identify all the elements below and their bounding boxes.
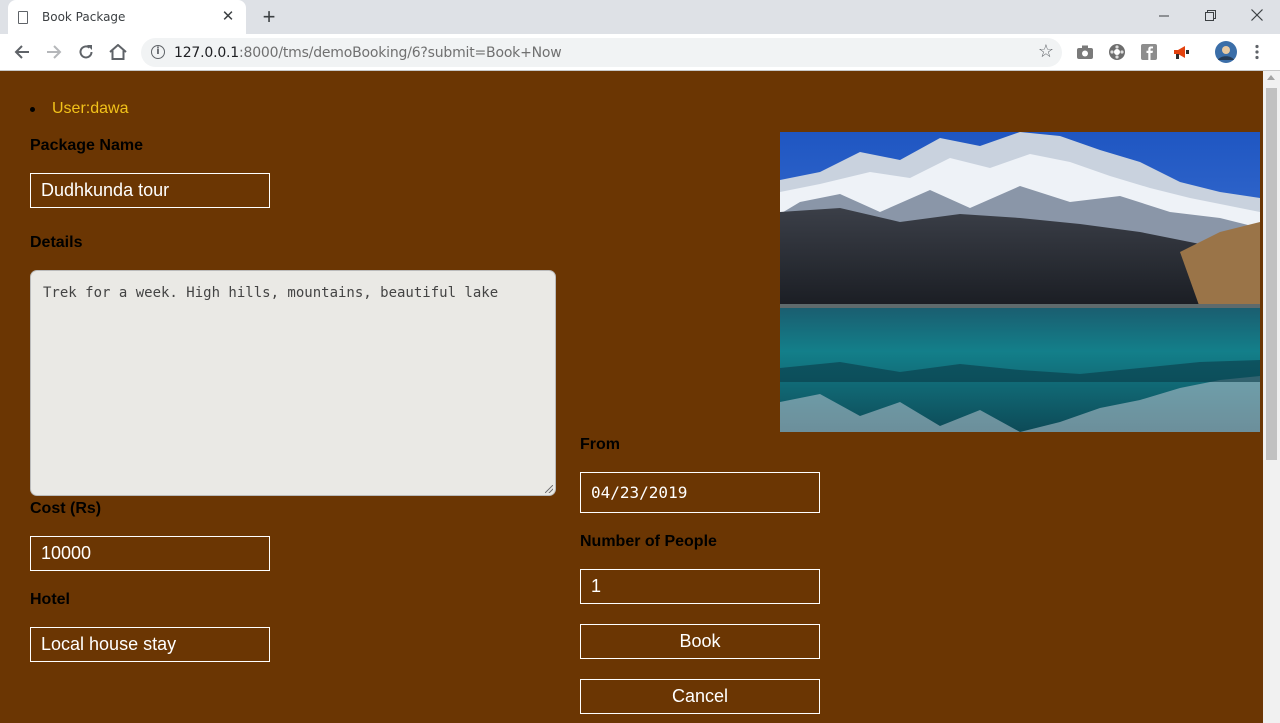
package-name-input[interactable]: Dudhkunda tour [30,173,270,208]
camera-icon[interactable] [1076,43,1094,61]
package-name-label: Package Name [30,137,143,154]
home-button[interactable] [106,40,130,64]
menu-dots-icon[interactable] [1254,44,1260,60]
from-label: From [580,436,620,453]
browser-tab[interactable]: Book Package ✕ [8,0,246,34]
megaphone-icon[interactable] [1172,43,1190,61]
book-button[interactable]: Book [580,624,820,659]
reload-icon [79,45,93,59]
scroll-up-arrow-icon[interactable] [1267,75,1275,80]
document-icon [18,10,28,24]
close-tab-icon[interactable]: ✕ [220,9,236,25]
scrollbar-thumb[interactable] [1266,88,1277,460]
url-path: :8000/tms/demoBooking/6?submit=Book+Now [239,45,562,61]
home-icon [109,44,127,60]
restore-button[interactable] [1187,0,1233,30]
details-label: Details [30,234,83,251]
cancel-button[interactable]: Cancel [580,679,820,714]
new-tab-button[interactable]: + [258,6,280,28]
back-icon [14,45,29,59]
cost-input[interactable]: 10000 [30,536,270,571]
forward-icon [47,45,62,59]
hotel-input[interactable]: Local house stay [30,627,270,662]
page-scrollbar[interactable] [1263,71,1280,723]
avatar-icon[interactable] [1215,41,1237,63]
forward-button[interactable] [42,40,66,64]
hotel-label: Hotel [30,591,70,608]
url-text[interactable]: 127.0.0.1:8000/tms/demoBooking/6?submit=… [174,45,562,61]
user-label: User:dawa [52,100,129,117]
details-textarea[interactable]: Trek for a week. High hills, mountains, … [30,270,556,496]
bullet-icon [30,106,35,112]
back-button[interactable] [10,40,34,64]
url-host: 127.0.0.1 [174,45,239,61]
address-bar[interactable]: i 127.0.0.1:8000/tms/demoBooking/6?submi… [141,38,1062,67]
close-window-button[interactable] [1234,0,1280,30]
tab-title: Book Package [42,10,126,24]
people-input[interactable]: 1 [580,569,820,604]
people-label: Number of People [580,533,717,550]
info-icon[interactable]: i [151,45,165,59]
bookmark-star-icon[interactable]: ☆ [1038,41,1054,62]
minimize-button[interactable] [1141,0,1187,30]
close-icon [1251,9,1263,21]
user-list-item: User:dawa [30,100,128,118]
package-photo [780,132,1260,432]
from-date-input[interactable]: 04/23/2019 [580,472,820,513]
film-icon[interactable] [1108,43,1126,61]
restore-icon [1204,9,1216,21]
resize-grip-icon[interactable] [545,485,553,493]
cost-label: Cost (Rs) [30,500,102,517]
reload-button[interactable] [74,40,98,64]
facebook-icon[interactable] [1140,43,1158,61]
browser-toolbar: i 127.0.0.1:8000/tms/demoBooking/6?submi… [0,34,1280,71]
details-text: Trek for a week. High hills, mountains, … [43,285,499,301]
minimize-icon [1158,15,1169,16]
tab-strip: Book Package ✕ + [0,0,1280,34]
